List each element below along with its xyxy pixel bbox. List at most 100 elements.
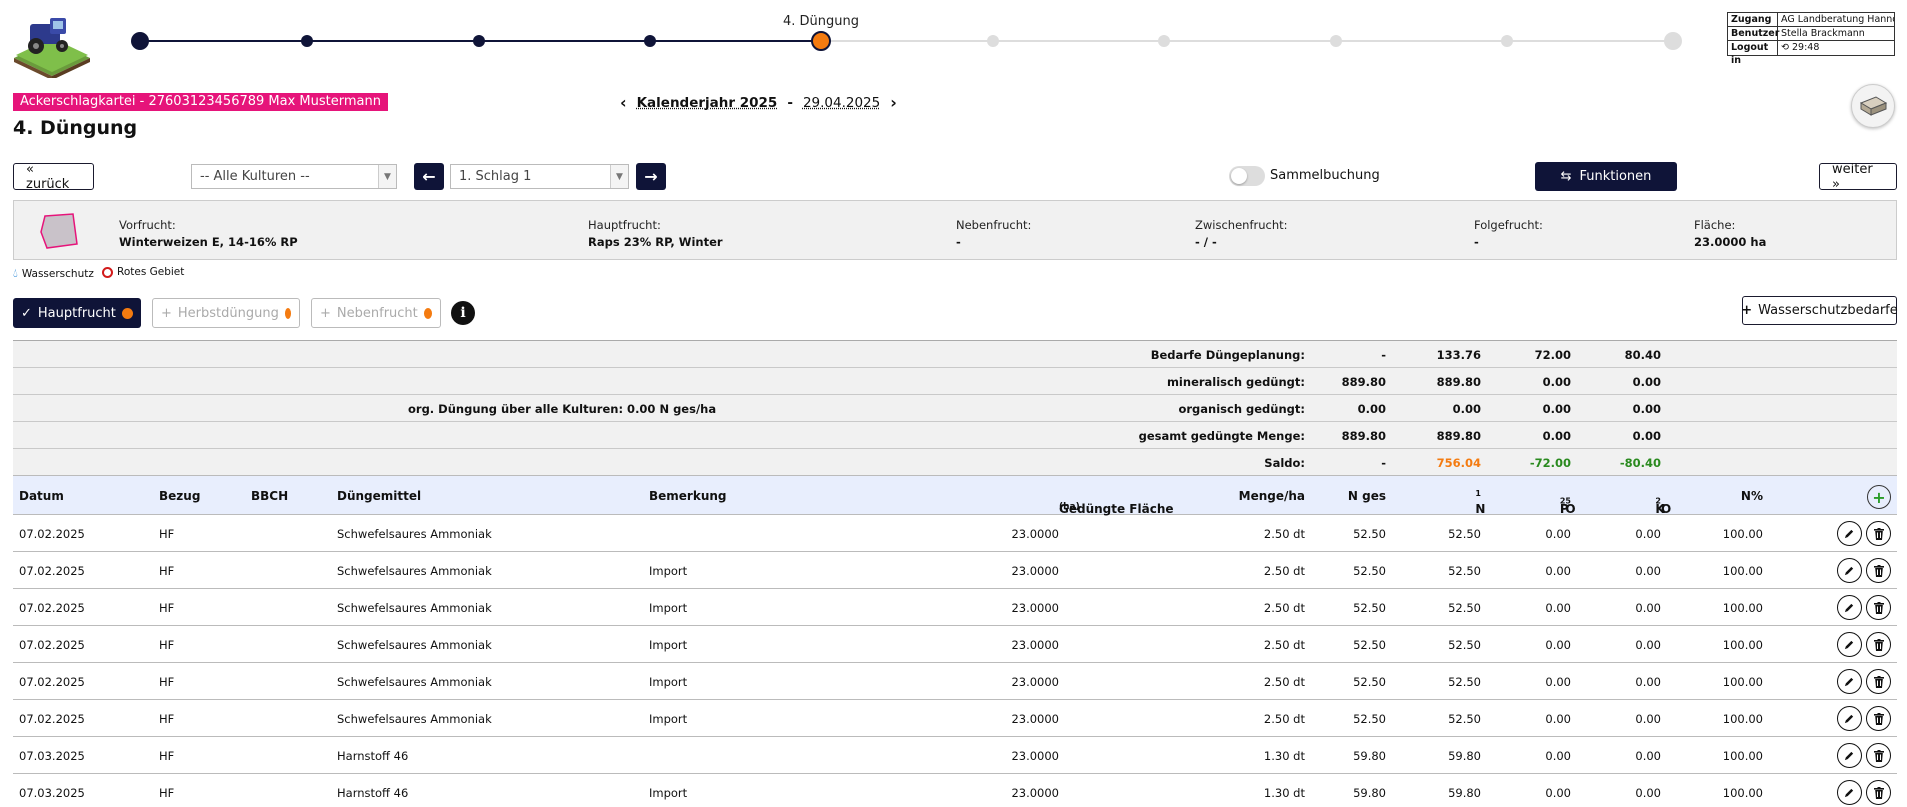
tab-hauptfrucht[interactable]: ✓ Hauptfrucht <box>13 298 141 328</box>
step-7 <box>1158 35 1170 47</box>
field-select-value: 1. Schlag 1 <box>459 169 532 184</box>
table-row[interactable]: 07.03.2025 HF Harnstoff 46 Import 23.0000 1.3… <box>13 774 1897 807</box>
add-row-button[interactable]: + <box>1867 485 1891 509</box>
step-2[interactable] <box>301 35 313 47</box>
trash-icon[interactable] <box>1866 780 1891 805</box>
cell-fl: 23.0000 <box>1011 712 1059 726</box>
edit-icon[interactable] <box>1837 743 1862 768</box>
table-row[interactable]: 07.03.2025 HF Harnstoff 46 23.0000 1.30 dt 59… <box>13 737 1897 774</box>
functions-label: Funktionen <box>1579 169 1652 184</box>
cell-npct: 100.00 <box>1722 749 1763 763</box>
access-value: AG Landberatung Hannover <box>1781 14 1894 25</box>
edit-icon[interactable] <box>1837 521 1862 546</box>
table-header: Datum Bezug BBCH Düngemittel Bemerkung G… <box>13 475 1897 516</box>
functions-button[interactable]: ⇆ Funktionen <box>1535 162 1677 191</box>
summary-value: 0.00 <box>1542 375 1571 389</box>
col-nges[interactable]: N ges <box>1348 489 1386 503</box>
col-npct[interactable]: N% <box>1741 489 1763 503</box>
col-k2o[interactable]: K2O <box>1655 489 1671 516</box>
vorfrucht-label: Vorfrucht: <box>119 218 176 232</box>
tab-herbstduengung[interactable]: + Herbstdüngung <box>152 298 300 328</box>
back-button[interactable]: « zurück <box>13 162 94 192</box>
table-row[interactable]: 07.02.2025 HF Schwefelsaures Ammoniak 23.00… <box>13 515 1897 552</box>
edit-icon[interactable] <box>1837 706 1862 731</box>
cell-menge: 2.50 dt <box>1263 601 1305 615</box>
table-row[interactable]: 07.02.2025 HF Schwefelsaures Ammoniak Impor… <box>13 589 1897 626</box>
trash-icon[interactable] <box>1866 595 1891 620</box>
cell-nges: 52.50 <box>1353 638 1386 652</box>
col-bemerkung[interactable]: Bemerkung <box>649 489 727 503</box>
zwischenfrucht-label: Zwischenfrucht: <box>1195 218 1288 232</box>
step-5-current[interactable] <box>811 31 831 51</box>
table-row[interactable]: 07.02.2025 HF Schwefelsaures Ammoniak Impor… <box>13 626 1897 663</box>
step-4[interactable] <box>644 35 656 47</box>
cell-menge: 2.50 dt <box>1263 527 1305 541</box>
step-3[interactable] <box>473 35 485 47</box>
cell-menge: 2.50 dt <box>1263 712 1305 726</box>
cell-n: 59.80 <box>1448 786 1481 800</box>
table-row[interactable]: 07.02.2025 HF Schwefelsaures Ammoniak Impor… <box>13 663 1897 700</box>
field-shape-icon <box>39 212 79 253</box>
cell-nges: 52.50 <box>1353 601 1386 615</box>
trash-icon[interactable] <box>1866 743 1891 768</box>
status-dot <box>423 307 432 319</box>
col-p2o5[interactable]: P2O5 <box>1560 489 1576 516</box>
year-label[interactable]: Kalenderjahr 2025 <box>637 95 778 111</box>
tab-neben-label: Nebenfrucht <box>336 305 418 321</box>
cell-nges: 59.80 <box>1353 749 1386 763</box>
table-row[interactable]: 07.02.2025 HF Schwefelsaures Ammoniak Impor… <box>13 552 1897 589</box>
trash-icon[interactable] <box>1866 521 1891 546</box>
edit-icon[interactable] <box>1837 669 1862 694</box>
summary-row: Bedarfe Düngeplanung: - 133.76 72.00 80.… <box>13 341 1897 368</box>
cell-menge: 2.50 dt <box>1263 638 1305 652</box>
col-bezug[interactable]: Bezug <box>159 489 200 503</box>
col-bbch[interactable]: BBCH <box>251 489 288 503</box>
summary-value: - <box>1381 456 1386 470</box>
info-icon[interactable]: i <box>451 301 475 325</box>
col-duengemittel[interactable]: Düngemittel <box>337 489 421 503</box>
culture-select[interactable]: -- Alle Kulturen -- ▼ <box>191 164 397 189</box>
next-button[interactable]: weiter » <box>1819 162 1897 192</box>
record-badge: Ackerschlagkartei - 27603123456789 Max M… <box>13 93 388 111</box>
cell-npct: 100.00 <box>1722 638 1763 652</box>
edit-icon[interactable] <box>1837 558 1862 583</box>
step-1[interactable] <box>131 32 149 50</box>
col-datum[interactable]: Datum <box>19 489 64 503</box>
summary-value: -80.40 <box>1619 456 1661 470</box>
cell-n: 52.50 <box>1448 712 1481 726</box>
field-info-panel: Vorfrucht: Winterweizen E, 14-16% RP Haup… <box>13 200 1897 260</box>
edit-icon[interactable] <box>1837 632 1862 657</box>
edit-icon[interactable] <box>1837 780 1862 805</box>
trash-icon[interactable] <box>1866 558 1891 583</box>
summary-value: 0.00 <box>1542 429 1571 443</box>
prev-field-button[interactable]: ← <box>414 163 444 190</box>
trash-icon[interactable] <box>1866 706 1891 731</box>
field-select[interactable]: 1. Schlag 1 ▼ <box>450 164 629 189</box>
summary-row: gesamt gedüngte Menge: 889.80 889.80 0.0… <box>13 422 1897 449</box>
trash-icon[interactable] <box>1866 669 1891 694</box>
cell-k: 0.00 <box>1635 601 1661 615</box>
trash-icon[interactable] <box>1866 632 1891 657</box>
step-10 <box>1664 32 1682 50</box>
table-row[interactable]: 07.02.2025 HF Schwefelsaures Ammoniak Impor… <box>13 700 1897 737</box>
tab-nebenfrucht[interactable]: + Nebenfrucht <box>311 298 441 328</box>
summary-value: -72.00 <box>1529 456 1571 470</box>
device-icon[interactable] <box>1851 84 1895 128</box>
col-n[interactable]: N1 <box>1475 489 1485 516</box>
date-label[interactable]: 29.04.2025 <box>803 95 880 111</box>
col-menge[interactable]: Menge/ha <box>1239 489 1305 503</box>
wasserschutz-button[interactable]: + Wasserschutzbedarfe <box>1741 296 1898 325</box>
water-drop-icon: 💧︎ <box>13 266 18 280</box>
cell-fl: 23.0000 <box>1011 601 1059 615</box>
plus-icon: + <box>1741 303 1753 318</box>
col-n-sup: 1 <box>1475 489 1481 498</box>
cell-p: 0.00 <box>1545 749 1571 763</box>
edit-icon[interactable] <box>1837 595 1862 620</box>
cell-datum: 07.02.2025 <box>19 638 85 652</box>
sammelbuchung-toggle[interactable] <box>1229 166 1265 186</box>
cell-n: 52.50 <box>1448 527 1481 541</box>
next-year-chevron-icon[interactable]: › <box>890 93 897 112</box>
next-field-button[interactable]: → <box>636 163 666 190</box>
prev-year-chevron-icon[interactable]: ‹ <box>620 93 627 112</box>
progress-stepper: 4. Düngung <box>130 10 1690 60</box>
